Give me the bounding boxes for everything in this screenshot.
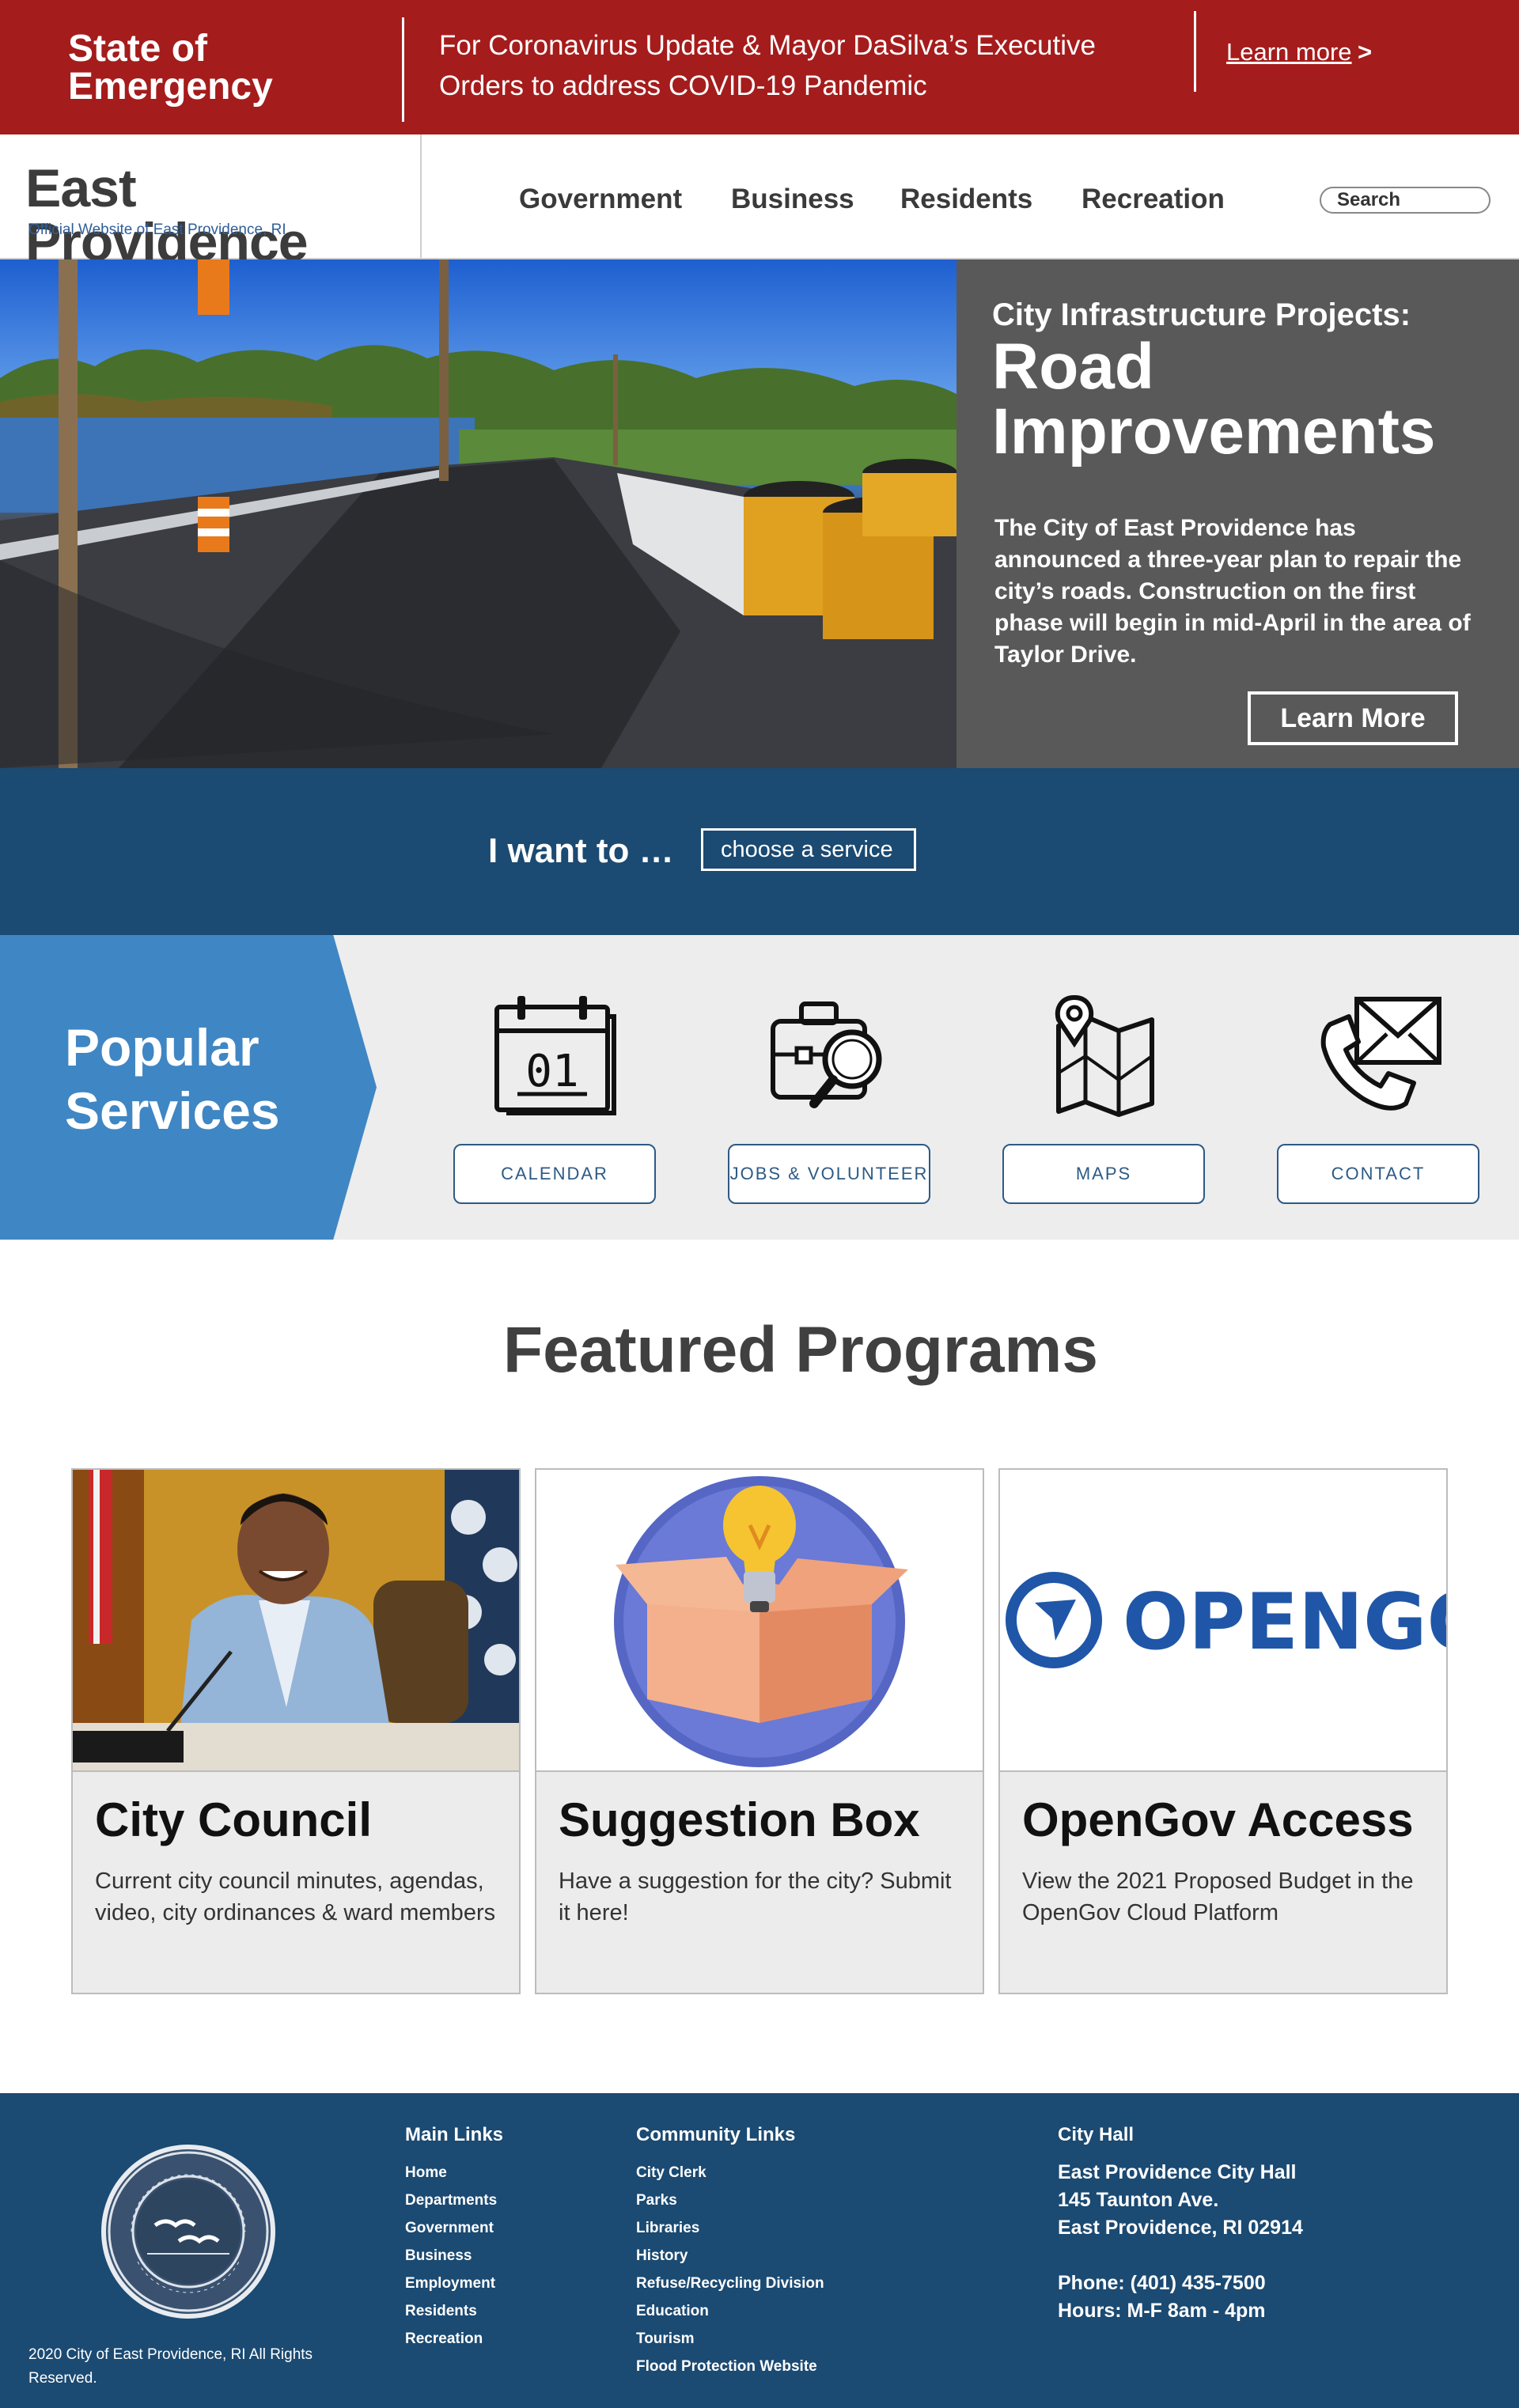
footer-link-employment[interactable]: Employment xyxy=(405,2270,503,2297)
service-select[interactable]: choose a service xyxy=(701,828,916,871)
footer-link-history[interactable]: History xyxy=(636,2242,824,2270)
featured-programs-title: Featured Programs xyxy=(503,1314,1098,1386)
copyright-notice: 2020 City of East Providence, RI All Rig… xyxy=(28,2346,313,2387)
card-title: Suggestion Box xyxy=(559,1793,920,1846)
footer-link-parks[interactable]: Parks xyxy=(636,2187,824,2214)
city-seal xyxy=(101,2145,275,2319)
footer-link-recreation[interactable]: Recreation xyxy=(405,2325,503,2353)
footer-link-flood-protection[interactable]: Flood Protection Website xyxy=(636,2353,824,2380)
city-hall-phone: Phone: (401) 435-7500 xyxy=(1058,2272,1266,2294)
card-city-council[interactable]: City Council Current city council minute… xyxy=(71,1468,521,1994)
lightbulb-box-icon xyxy=(614,1476,908,1767)
alert-learn-more-link[interactable]: Learn more xyxy=(1226,38,1352,66)
popular-services-title: Popular Services xyxy=(65,1018,280,1140)
footer-heading: Community Links xyxy=(636,2124,796,2145)
site-footer: 2020 City of East Providence, RI All Rig… xyxy=(0,2093,1519,2408)
footer-link-residents[interactable]: Residents xyxy=(405,2297,503,2325)
footer-city-hall: City Hall East Providence City Hall 145 … xyxy=(1058,2124,1303,2325)
hero-road-photo xyxy=(0,259,956,768)
briefcase-search-icon[interactable] xyxy=(762,993,896,1119)
hero-kicker: City Infrastructure Projects: xyxy=(992,297,1411,332)
contact-button[interactable]: CONTACT xyxy=(1277,1144,1479,1204)
calendar-button[interactable]: CALENDAR xyxy=(453,1144,656,1204)
footer-heading: Main Links xyxy=(405,2124,504,2145)
city-council-photo xyxy=(73,1470,519,1772)
site-logo[interactable]: East Providence Official Website of East… xyxy=(0,134,422,269)
city-hall-city: East Providence, RI 02914 xyxy=(1058,2217,1303,2239)
footer-link-home[interactable]: Home xyxy=(405,2159,503,2187)
hero-learn-more-button[interactable]: Learn More xyxy=(1248,691,1458,745)
calendar-day: 01 xyxy=(525,1046,578,1097)
alert-divider xyxy=(402,17,404,122)
card-description: Have a suggestion for the city? Submit i… xyxy=(559,1868,952,1925)
search-input[interactable] xyxy=(1320,187,1491,214)
i-want-to-bar: I want to … choose a service xyxy=(0,768,1519,935)
hero-title: Road Improvements xyxy=(992,331,1436,468)
popular-services-section: Popular Services 01 CALENDAR JOBS & VOLU… xyxy=(0,935,1519,1240)
suggestion-box-image xyxy=(536,1470,983,1772)
footer-link-departments[interactable]: Departments xyxy=(405,2187,503,2214)
emergency-alert-banner: State of Emergency For Coronavirus Updat… xyxy=(0,0,1519,134)
alert-title: State of Emergency xyxy=(68,28,273,108)
footer-link-libraries[interactable]: Libraries xyxy=(636,2214,824,2242)
opengov-logo-graphic: OPENGOV xyxy=(1006,1572,1446,1668)
footer-main-links: Main Links Home Departments Government B… xyxy=(405,2124,503,2353)
hero-feature-panel: City Infrastructure Projects: Road Impro… xyxy=(956,259,1519,768)
card-suggestion-box[interactable]: Suggestion Box Have a suggestion for the… xyxy=(535,1468,984,1994)
city-hall-street: 145 Taunton Ave. xyxy=(1058,2189,1219,2211)
footer-link-tourism[interactable]: Tourism xyxy=(636,2325,824,2353)
opengov-logo: OPENGOV xyxy=(1000,1470,1446,1772)
map-icon[interactable] xyxy=(1036,993,1171,1119)
footer-link-business[interactable]: Business xyxy=(405,2242,503,2270)
card-opengov-access[interactable]: OPENGOV OpenGov Access View the 2021 Pro… xyxy=(998,1468,1448,1994)
opengov-wordmark: OPENGOV xyxy=(1123,1577,1446,1668)
card-description: View the 2021 Proposed Budget in the Ope… xyxy=(1022,1868,1414,1925)
road-scene-illustration xyxy=(0,259,956,768)
jobs-volunteer-button[interactable]: JOBS & VOLUNTEER xyxy=(728,1144,930,1204)
card-description: Current city council minutes, agendas, v… xyxy=(95,1868,496,1925)
footer-link-city-clerk[interactable]: City Clerk xyxy=(636,2159,824,2187)
footer-link-education[interactable]: Education xyxy=(636,2297,824,2325)
chevron-right-icon: > xyxy=(1358,38,1373,66)
nav-residents[interactable]: Residents xyxy=(900,184,1032,215)
phone-mail-icon[interactable] xyxy=(1311,993,1445,1119)
logo-subtitle: Official Website of East Providence, RI xyxy=(28,221,286,238)
city-hall-name: East Providence City Hall xyxy=(1058,2161,1297,2183)
city-hall-hours: Hours: M-F 8am - 4pm xyxy=(1058,2300,1266,2322)
footer-link-refuse-recycling[interactable]: Refuse/Recycling Division xyxy=(636,2270,824,2297)
council-member-illustration xyxy=(73,1470,519,1770)
footer-link-government[interactable]: Government xyxy=(405,2214,503,2242)
i-want-to-label: I want to … xyxy=(488,831,674,870)
hero-description: The City of East Providence has announce… xyxy=(994,515,1471,668)
card-title: OpenGov Access xyxy=(1022,1793,1414,1846)
nav-recreation[interactable]: Recreation xyxy=(1081,184,1225,215)
alert-message: For Coronavirus Update & Mayor DaSilva’s… xyxy=(439,30,1096,101)
footer-heading: City Hall xyxy=(1058,2124,1135,2145)
alert-divider xyxy=(1194,11,1196,92)
calendar-icon[interactable]: 01 xyxy=(487,993,622,1119)
site-header: East Providence Official Website of East… xyxy=(0,134,1519,269)
logo-title: East Providence xyxy=(25,158,309,272)
footer-community-links: Community Links City Clerk Parks Librari… xyxy=(636,2124,824,2380)
nav-business[interactable]: Business xyxy=(731,184,854,215)
maps-button[interactable]: MAPS xyxy=(1002,1144,1205,1204)
nav-government[interactable]: Government xyxy=(519,184,682,215)
card-title: City Council xyxy=(95,1793,373,1846)
